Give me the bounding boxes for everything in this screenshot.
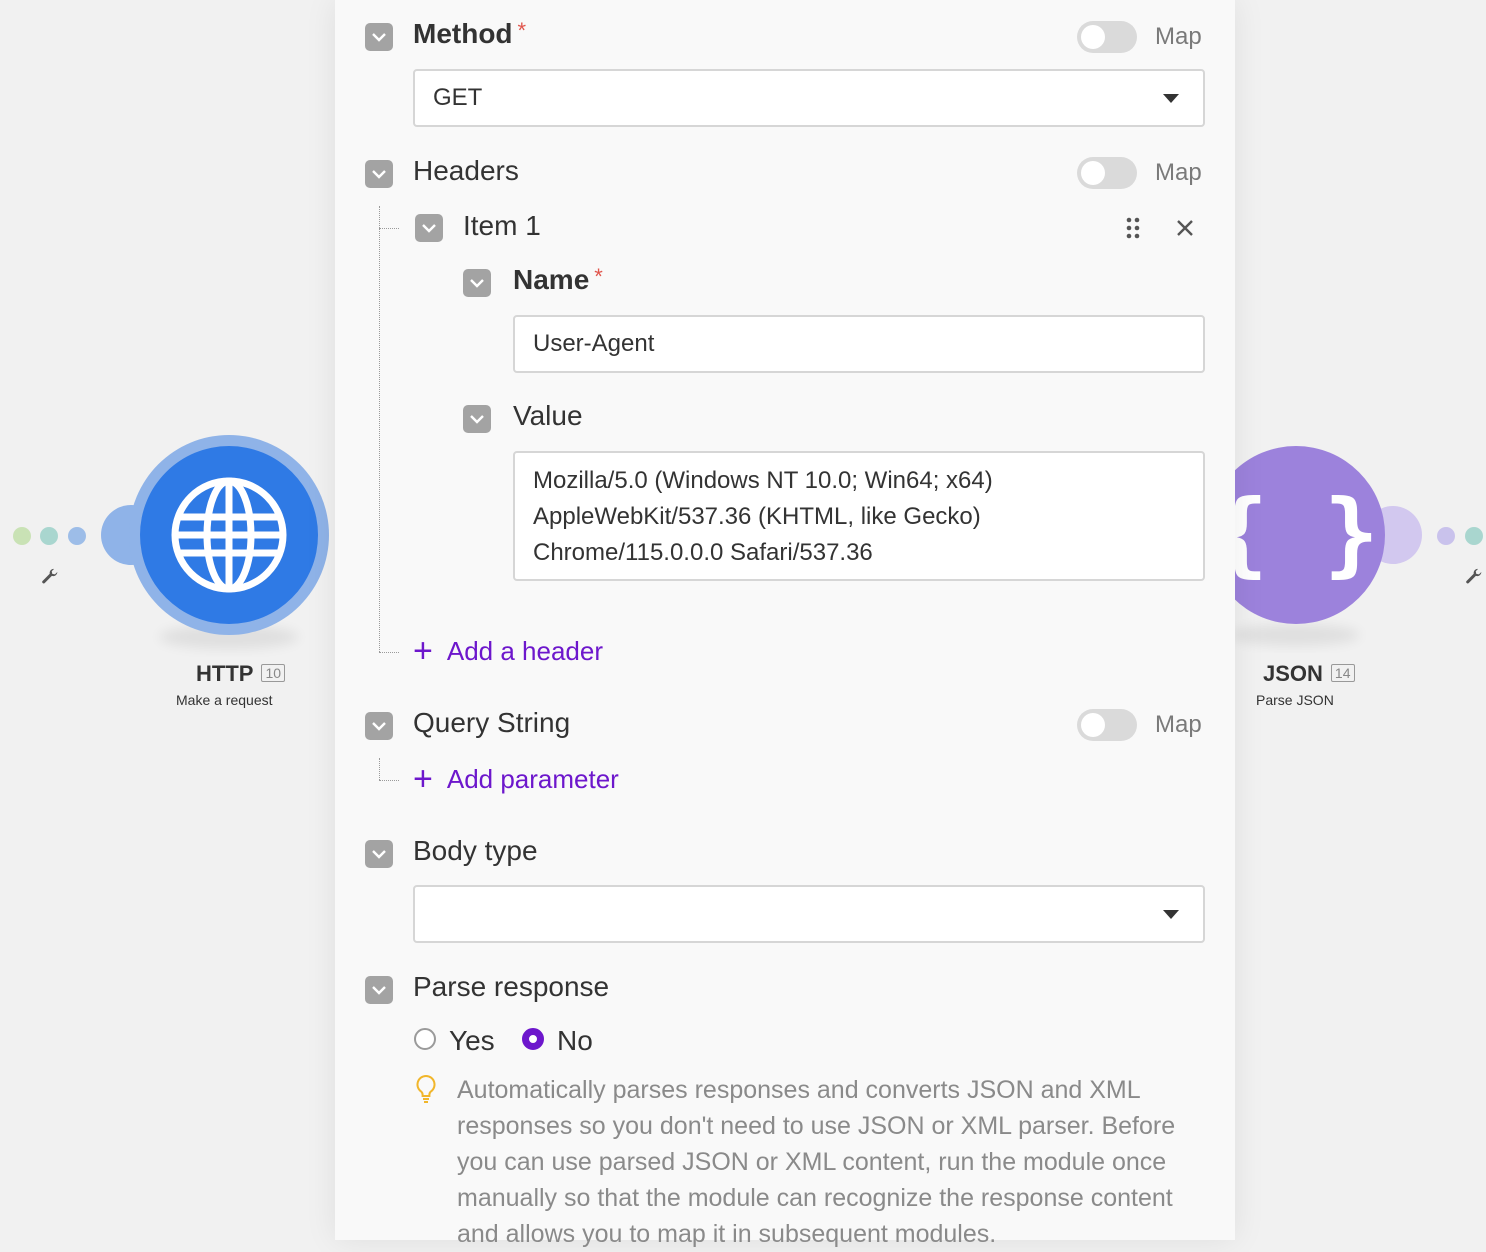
- svg-text:{ }: { }: [1213, 480, 1379, 587]
- parse-response-label: Parse response: [413, 971, 610, 1002]
- add-parameter-button[interactable]: + Add parameter: [413, 762, 619, 796]
- wrench-icon[interactable]: [1463, 567, 1485, 589]
- header-value-textarea[interactable]: Mozilla/5.0 (Windows NT 10.0; Win64; x64…: [513, 451, 1205, 581]
- headers-map-label: Map: [1155, 159, 1202, 186]
- module-settings-panel: Method * Map GET Headers Map Item 1 Name *…: [335, 0, 1235, 1248]
- http-module-title: HTTP 10: [196, 661, 286, 687]
- chevron-down-icon: [372, 850, 386, 859]
- required-mark: *: [517, 18, 527, 43]
- method-map-label: Map: [1155, 23, 1202, 50]
- value-collapse-button[interactable]: [463, 405, 491, 433]
- plus-icon: +: [413, 632, 433, 670]
- parse-response-no-radio[interactable]: [522, 1028, 544, 1050]
- http-module-icon[interactable]: [95, 425, 345, 665]
- query-string-map-label: Map: [1155, 711, 1202, 738]
- chevron-down-icon: [470, 279, 484, 288]
- method-map-toggle[interactable]: [1077, 21, 1137, 53]
- body-type-label: Body type: [413, 835, 538, 866]
- required-mark: *: [594, 264, 603, 289]
- headers-map-toggle[interactable]: [1077, 157, 1137, 189]
- header-item-label: Item 1: [463, 210, 541, 241]
- item-collapse-button[interactable]: [415, 214, 443, 242]
- header-name-input[interactable]: User-Agent: [513, 315, 1205, 373]
- value-line: Chrome/115.0.0.0 Safari/537.36: [533, 539, 873, 566]
- module-id-badge: 14: [1330, 664, 1355, 682]
- name-label: Name *: [513, 264, 603, 295]
- plus-icon: +: [413, 760, 433, 798]
- json-module-subtitle: Parse JSON: [1256, 692, 1334, 708]
- braces-icon: { }: [1213, 480, 1379, 587]
- drag-handle-icon[interactable]: [1125, 216, 1141, 240]
- parse-response-no-label[interactable]: No: [557, 1025, 593, 1057]
- chevron-down-icon: [372, 722, 386, 731]
- lightbulb-icon: [416, 1074, 436, 1103]
- headers-label: Headers: [413, 155, 519, 186]
- tree-line: [379, 780, 399, 781]
- close-icon[interactable]: [1175, 218, 1195, 238]
- connector-dot: [13, 527, 31, 545]
- http-module-subtitle: Make a request: [176, 692, 273, 708]
- tree-line: [379, 758, 380, 780]
- chevron-down-icon: [372, 33, 386, 42]
- chevron-down-icon: [372, 170, 386, 179]
- connector-dot: [1465, 527, 1483, 545]
- chevron-down-icon: [372, 986, 386, 995]
- json-module-title: JSON 14: [1263, 661, 1355, 687]
- headers-collapse-button[interactable]: [365, 160, 393, 188]
- parse-response-yes-radio[interactable]: [414, 1028, 436, 1050]
- caret-down-icon: [1163, 910, 1179, 919]
- value-line: Mozilla/5.0 (Windows NT 10.0; Win64; x64…: [533, 467, 993, 494]
- value-label: Value: [513, 400, 583, 431]
- tree-line: [379, 206, 380, 652]
- name-collapse-button[interactable]: [463, 269, 491, 297]
- query-string-label: Query String: [413, 707, 571, 738]
- add-header-button[interactable]: + Add a header: [413, 634, 603, 668]
- value-line: AppleWebKit/537.36 (KHTML, like Gecko): [533, 503, 981, 530]
- globe-icon: [171, 477, 287, 593]
- chevron-down-icon: [470, 415, 484, 424]
- caret-down-icon: [1163, 94, 1179, 103]
- module-id-badge: 10: [261, 664, 286, 682]
- tree-line: [379, 652, 399, 653]
- connector-dot: [40, 527, 58, 545]
- query-string-map-toggle[interactable]: [1077, 709, 1137, 741]
- connector-dot: [68, 527, 86, 545]
- tree-line: [379, 228, 399, 229]
- parse-response-hint: Automatically parses responses and conve…: [457, 1076, 1176, 1248]
- method-collapse-button[interactable]: [365, 23, 393, 51]
- body-type-select[interactable]: [413, 885, 1205, 943]
- method-select[interactable]: GET: [413, 69, 1205, 127]
- wrench-icon[interactable]: [39, 567, 61, 589]
- query-string-collapse-button[interactable]: [365, 712, 393, 740]
- body-type-collapse-button[interactable]: [365, 840, 393, 868]
- parse-response-collapse-button[interactable]: [365, 976, 393, 1004]
- method-select-value: GET: [433, 84, 483, 111]
- chevron-down-icon: [422, 224, 436, 233]
- connector-dot: [1437, 527, 1455, 545]
- parse-response-yes-label[interactable]: Yes: [449, 1025, 495, 1057]
- method-label: Method *: [413, 18, 527, 49]
